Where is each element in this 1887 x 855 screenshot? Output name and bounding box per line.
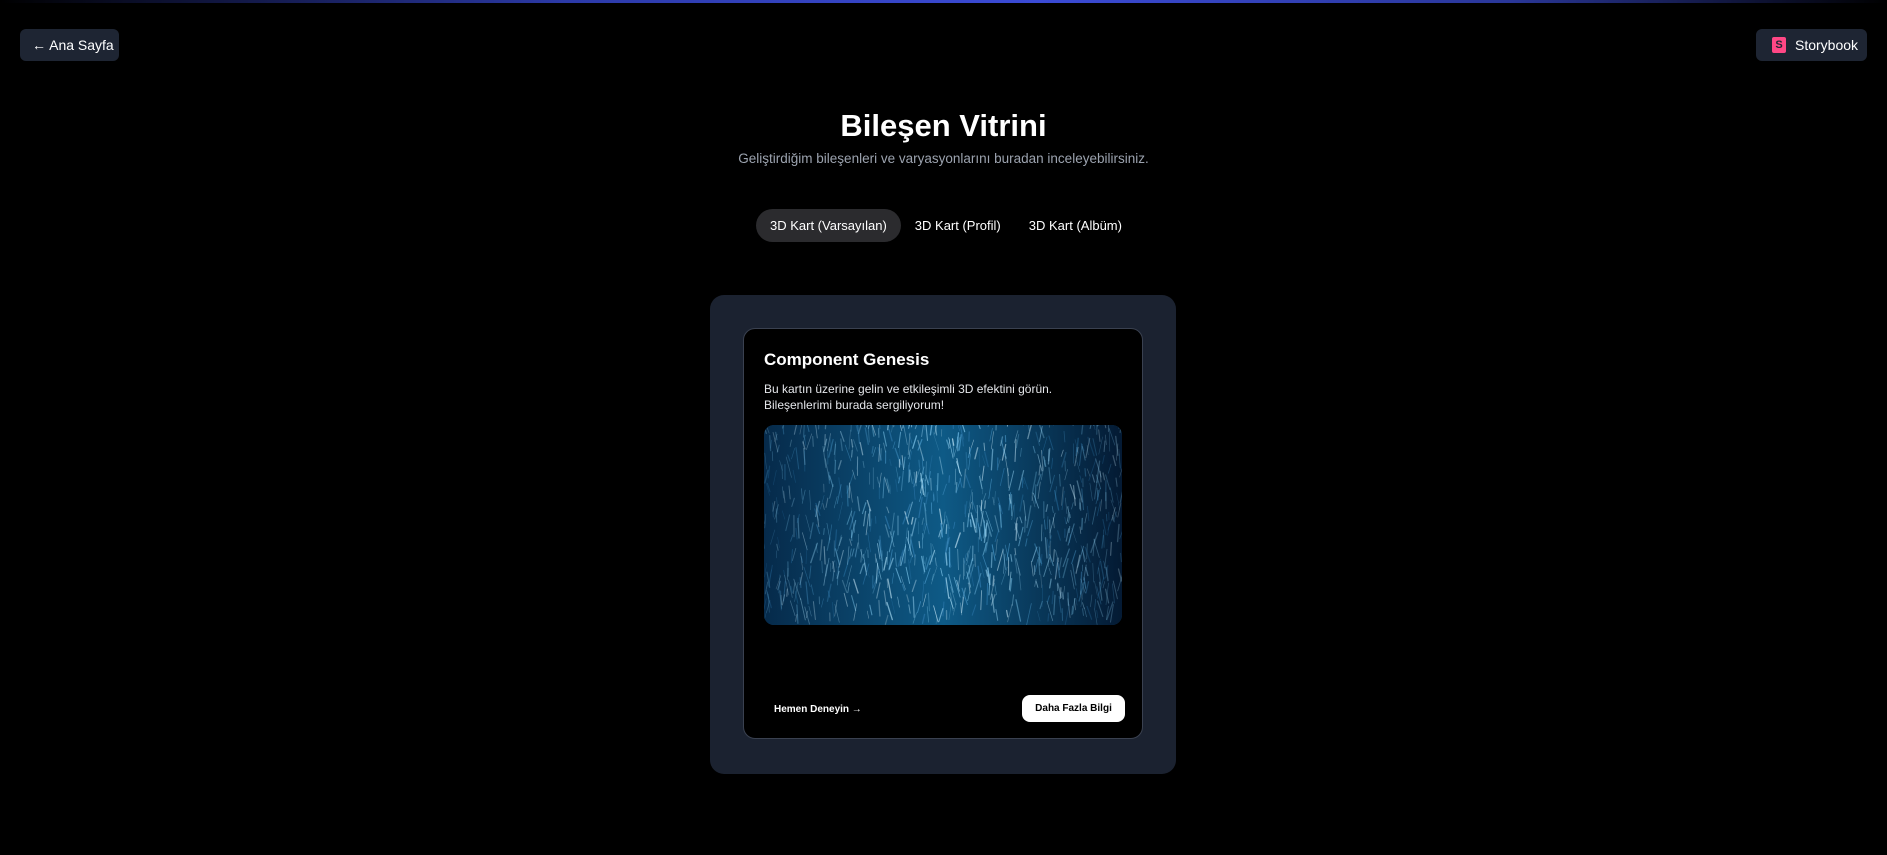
storybook-label: Storybook [1795,37,1859,53]
streak-line [969,519,972,528]
streak-line [1040,553,1043,566]
back-home-button[interactable]: ← Ana Sayfa [20,29,119,61]
streak-line [1081,517,1083,531]
streak-line [1075,446,1078,457]
streak-line [975,518,978,533]
streaks-artwork [764,425,1122,625]
tab-3d-card-default[interactable]: 3D Kart (Varsayılan) [756,209,901,242]
streak-line [992,575,995,587]
streak-line [879,448,882,461]
streak-line [995,425,997,431]
streak-line [986,582,989,606]
card-title: Component Genesis [764,350,930,369]
top-glow-line [0,0,1887,3]
streak-line [879,535,882,557]
streak-line [834,459,837,475]
card-description: Bu kartın üzerine gelin ve etkileşimli 3… [764,382,1053,412]
streak-line [976,504,979,523]
streak-line [1084,467,1087,477]
abstract-blue-streaks-image [764,425,1122,625]
streak-line [812,435,814,447]
page-title: Bileşen Vitrini [840,108,1047,143]
tab-3d-card-profile[interactable]: 3D Kart (Profil) [901,209,1015,242]
streak-line [1047,613,1050,622]
streak-line [1049,519,1051,539]
streak-line [1109,541,1113,556]
streak-line [984,500,987,509]
streak-line [824,425,827,430]
streak-line [965,451,968,470]
streak-line [823,527,825,536]
streak-line [874,553,877,563]
page-subtitle: Geliştirdiğim bileşenleri ve varyasyonla… [738,151,1149,166]
streak-line [1079,502,1082,511]
streak-line [850,529,853,542]
try-now-link[interactable]: Hemen Deneyin → [774,704,862,715]
streak-line [821,560,823,574]
streak-line [918,541,921,549]
streak-line [1024,516,1026,533]
streak-line [1068,525,1071,534]
streak-line [786,588,789,597]
streak-line [936,473,939,491]
streak-line [846,485,849,507]
streak-line [1014,547,1017,556]
storybook-button[interactable]: S Storybook [1756,29,1867,61]
learn-more-button[interactable]: Daha Fazla Bilgi [1022,695,1125,722]
variant-tabs: 3D Kart (Varsayılan) 3D Kart (Profil) 3D… [756,209,1136,242]
streak-line [974,553,977,568]
streak-line [990,552,993,568]
streak-line [1105,513,1108,522]
streak-line [918,459,921,468]
3d-card[interactable]: Component Genesis Bu kartın üzerine geli… [743,328,1143,739]
storybook-icon: S [1772,37,1786,53]
tab-3d-card-album[interactable]: 3D Kart (Albüm) [1015,209,1136,242]
streak-line [1040,524,1043,542]
back-home-label: ← Ana Sayfa [32,37,114,53]
streak-line [945,524,948,535]
showcase-page: ← Ana Sayfa S Storybook Bileşen Vitrini … [0,0,1887,855]
streak-line [948,475,951,483]
streak-line [799,576,802,589]
streak-line [983,442,986,452]
streak-line [854,549,858,558]
preview-stage: Component Genesis Bu kartın üzerine geli… [710,295,1176,774]
